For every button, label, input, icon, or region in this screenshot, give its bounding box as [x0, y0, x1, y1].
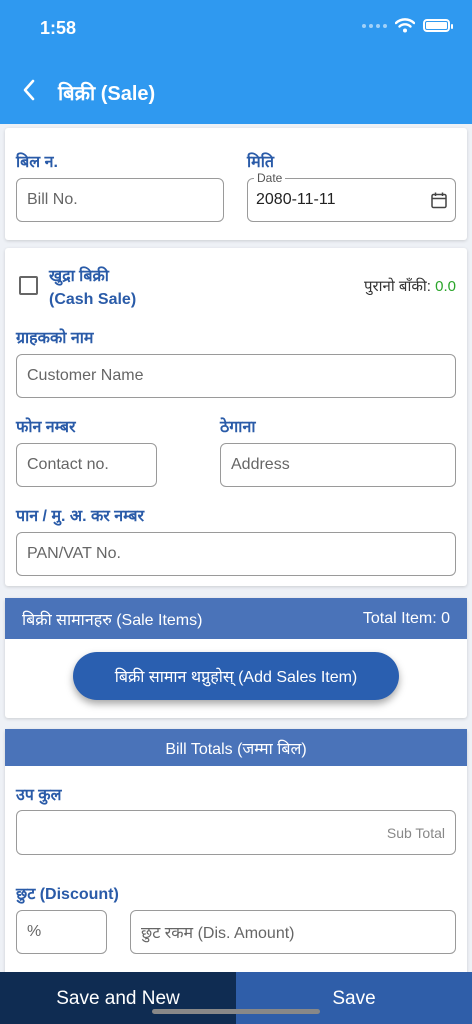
- phone-label: फोन नम्बर: [16, 419, 76, 436]
- date-value: 2080-11-11: [256, 191, 336, 208]
- save-label: Save: [332, 988, 376, 1009]
- subtotal-label: उप कुल: [16, 787, 62, 804]
- phone-placeholder: Contact no.: [27, 456, 109, 473]
- bill-totals-title: Bill Totals (जम्मा बिल): [165, 740, 307, 758]
- customer-name-label: ग्राहकको नाम: [16, 330, 94, 347]
- customer-card: खुद्रा बिक्री (Cash Sale) पुरानो बाँकी: …: [5, 248, 467, 586]
- battery-icon: [423, 19, 453, 32]
- discount-percent-placeholder: %: [27, 923, 42, 940]
- subtotal-placeholder: Sub Total: [386, 824, 445, 841]
- cash-sale-label[interactable]: खुद्रा बिक्री (Cash Sale): [49, 265, 136, 311]
- customer-name-placeholder: Customer Name: [27, 367, 144, 384]
- status-icons: [362, 18, 453, 33]
- total-item-count: Total Item: 0: [362, 609, 450, 627]
- old-balance-label: पुरानो बाँकी:: [364, 278, 431, 295]
- bill-no-placeholder: Bill No.: [27, 191, 78, 208]
- customer-name-input[interactable]: Customer Name: [16, 354, 456, 398]
- save-and-new-label: Save and New: [56, 988, 180, 1009]
- pan-label: पान / मु. अ. कर नम्बर: [16, 508, 145, 525]
- save-and-new-button[interactable]: Save and New: [0, 972, 236, 1024]
- wifi-icon: [395, 18, 415, 33]
- cash-sale-checkbox[interactable]: [19, 276, 38, 295]
- address-input[interactable]: Address: [220, 443, 456, 487]
- old-balance-value: 0.0: [435, 278, 456, 295]
- back-button[interactable]: [14, 74, 44, 106]
- bill-info-card: बिल न. Bill No. मिति Date 2080-11-11: [5, 128, 467, 240]
- discount-percent-input[interactable]: %: [16, 910, 107, 954]
- save-button[interactable]: Save: [236, 972, 472, 1024]
- cash-sale-label-line1: खुद्रा बिक्री: [49, 268, 109, 285]
- sale-items-card: बिक्री सामानहरु (Sale Items) Total Item:…: [5, 598, 467, 718]
- address-placeholder: Address: [231, 456, 290, 473]
- old-balance: पुरानो बाँकी: 0.0: [364, 276, 456, 296]
- subtotal-input[interactable]: Sub Total: [16, 810, 456, 855]
- phone-input[interactable]: Contact no.: [16, 443, 157, 487]
- sale-items-title: बिक्री सामानहरु (Sale Items): [22, 611, 203, 629]
- bill-totals-header: Bill Totals (जम्मा बिल): [5, 729, 467, 766]
- address-label: ठेगाना: [220, 419, 256, 436]
- bill-no-label: बिल न.: [16, 154, 58, 171]
- cash-sale-label-line2: (Cash Sale): [49, 291, 137, 308]
- sale-items-header: बिक्री सामानहरु (Sale Items) Total Item:…: [5, 598, 467, 639]
- bottom-action-bar: Save and New Save: [0, 972, 472, 1024]
- add-sales-item-button[interactable]: बिक्री सामान थप्नुहोस् (Add Sales Item): [73, 652, 399, 700]
- status-time: 1:58: [40, 18, 77, 38]
- date-label: मिति: [247, 154, 274, 171]
- pan-input[interactable]: PAN/VAT No.: [16, 532, 456, 576]
- pan-placeholder: PAN/VAT No.: [27, 545, 121, 562]
- bill-no-input[interactable]: Bill No.: [16, 178, 224, 222]
- add-sales-item-label: बिक्री सामान थप्नुहोस् (Add Sales Item): [114, 669, 358, 686]
- discount-amount-placeholder: छुट रकम (Dis. Amount): [141, 925, 295, 942]
- signal-icon: [362, 23, 387, 28]
- app-header: 1:58 बिक्री (Sale): [0, 0, 472, 124]
- calendar-icon[interactable]: [431, 192, 447, 209]
- home-indicator: [152, 1009, 320, 1014]
- date-float-label: Date: [254, 171, 286, 185]
- chevron-left-icon: [23, 79, 35, 101]
- discount-amount-input[interactable]: छुट रकम (Dis. Amount): [130, 910, 456, 954]
- date-input[interactable]: Date 2080-11-11: [247, 171, 456, 222]
- discount-label: छुट (Discount): [16, 886, 119, 903]
- page-title: बिक्री (Sale): [58, 83, 156, 105]
- bill-totals-card: Bill Totals (जम्मा बिल) उप कुल Sub Total…: [5, 729, 467, 979]
